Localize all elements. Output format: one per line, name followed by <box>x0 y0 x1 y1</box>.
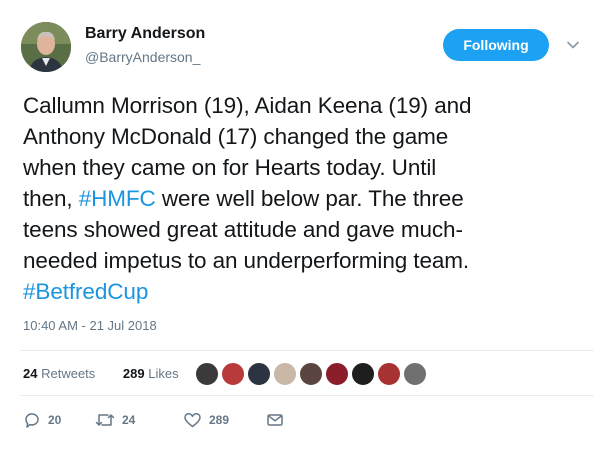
message-icon <box>267 414 283 426</box>
likes-label: Likes <box>148 366 179 381</box>
liker-avatar[interactable] <box>325 362 349 386</box>
reply-icon <box>25 413 39 428</box>
reply-button[interactable]: 20 <box>23 411 61 429</box>
reply-count: 20 <box>48 413 62 427</box>
tweet-text-segment: were well below par. The three <box>155 186 464 211</box>
liker-avatar[interactable] <box>273 362 297 386</box>
hashtag-link[interactable]: #BetfredCup <box>23 279 148 304</box>
like-icon <box>184 413 201 428</box>
avatar[interactable] <box>21 22 71 72</box>
author-name[interactable]: Barry Anderson <box>85 25 205 43</box>
direct-message-button[interactable] <box>266 411 291 429</box>
divider <box>20 350 594 351</box>
tweet-line: when they came on for Hearts today. Unti… <box>23 152 598 183</box>
retweet-button[interactable]: 24 <box>95 411 135 429</box>
liker-avatar[interactable] <box>195 362 219 386</box>
retweet-count: 24 <box>122 413 136 427</box>
tweet-line: needed impetus to an underperforming tea… <box>23 245 598 276</box>
hashtag-link[interactable]: #HMFC <box>79 186 156 211</box>
retweets-stat[interactable]: 24 Retweets <box>23 366 107 381</box>
tweet-text-segment: needed impetus to an underperforming tea… <box>23 248 470 273</box>
tweet-card: Barry Anderson @BarryAnderson_ Following… <box>0 0 614 455</box>
tweet-line: then, #HMFC were well below par. The thr… <box>23 183 598 214</box>
engagement-stats: 24 Retweets 289 Likes <box>23 366 203 381</box>
tweet-text: Callumn Morrison (19), Aidan Keena (19) … <box>23 90 598 307</box>
liker-avatar[interactable] <box>247 362 271 386</box>
like-button[interactable]: 289 <box>183 411 229 429</box>
liker-avatar[interactable] <box>351 362 375 386</box>
like-count: 289 <box>209 413 230 427</box>
tweet-line: Anthony McDonald (17) changed the game <box>23 121 598 152</box>
timestamp[interactable]: 10:40 AM - 21 Jul 2018 <box>23 318 157 333</box>
retweets-label: Retweets <box>41 366 96 381</box>
liker-avatar[interactable] <box>299 362 323 386</box>
tweet-line: Callumn Morrison (19), Aidan Keena (19) … <box>23 90 598 121</box>
retweet-icon <box>95 414 115 426</box>
tweet-text-segment: when they came on for Hearts today. Unti… <box>23 155 437 180</box>
likes-count: 289 <box>122 366 145 381</box>
tweet-text-segment: then, <box>23 186 79 211</box>
liker-avatar[interactable] <box>221 362 245 386</box>
author-handle[interactable]: @BarryAnderson_ <box>85 49 200 65</box>
divider <box>20 395 594 396</box>
tweet-text-segment: Anthony McDonald (17) changed the game <box>23 124 449 149</box>
tweet-line: #BetfredCup <box>23 276 598 307</box>
avatar-image <box>21 22 71 72</box>
following-button[interactable]: Following <box>443 29 549 61</box>
tweet-text-segment: Callumn Morrison (19), Aidan Keena (19) … <box>23 93 472 118</box>
liker-avatar[interactable] <box>377 362 401 386</box>
liker-avatar[interactable] <box>403 362 427 386</box>
tweet-text-segment: teens showed great attitude and gave muc… <box>23 217 463 242</box>
retweets-count: 24 <box>23 366 38 381</box>
tweet-line: teens showed great attitude and gave muc… <box>23 214 598 245</box>
likes-stat[interactable]: 289 Likes <box>123 366 191 381</box>
chevron-down-icon[interactable] <box>566 38 580 52</box>
